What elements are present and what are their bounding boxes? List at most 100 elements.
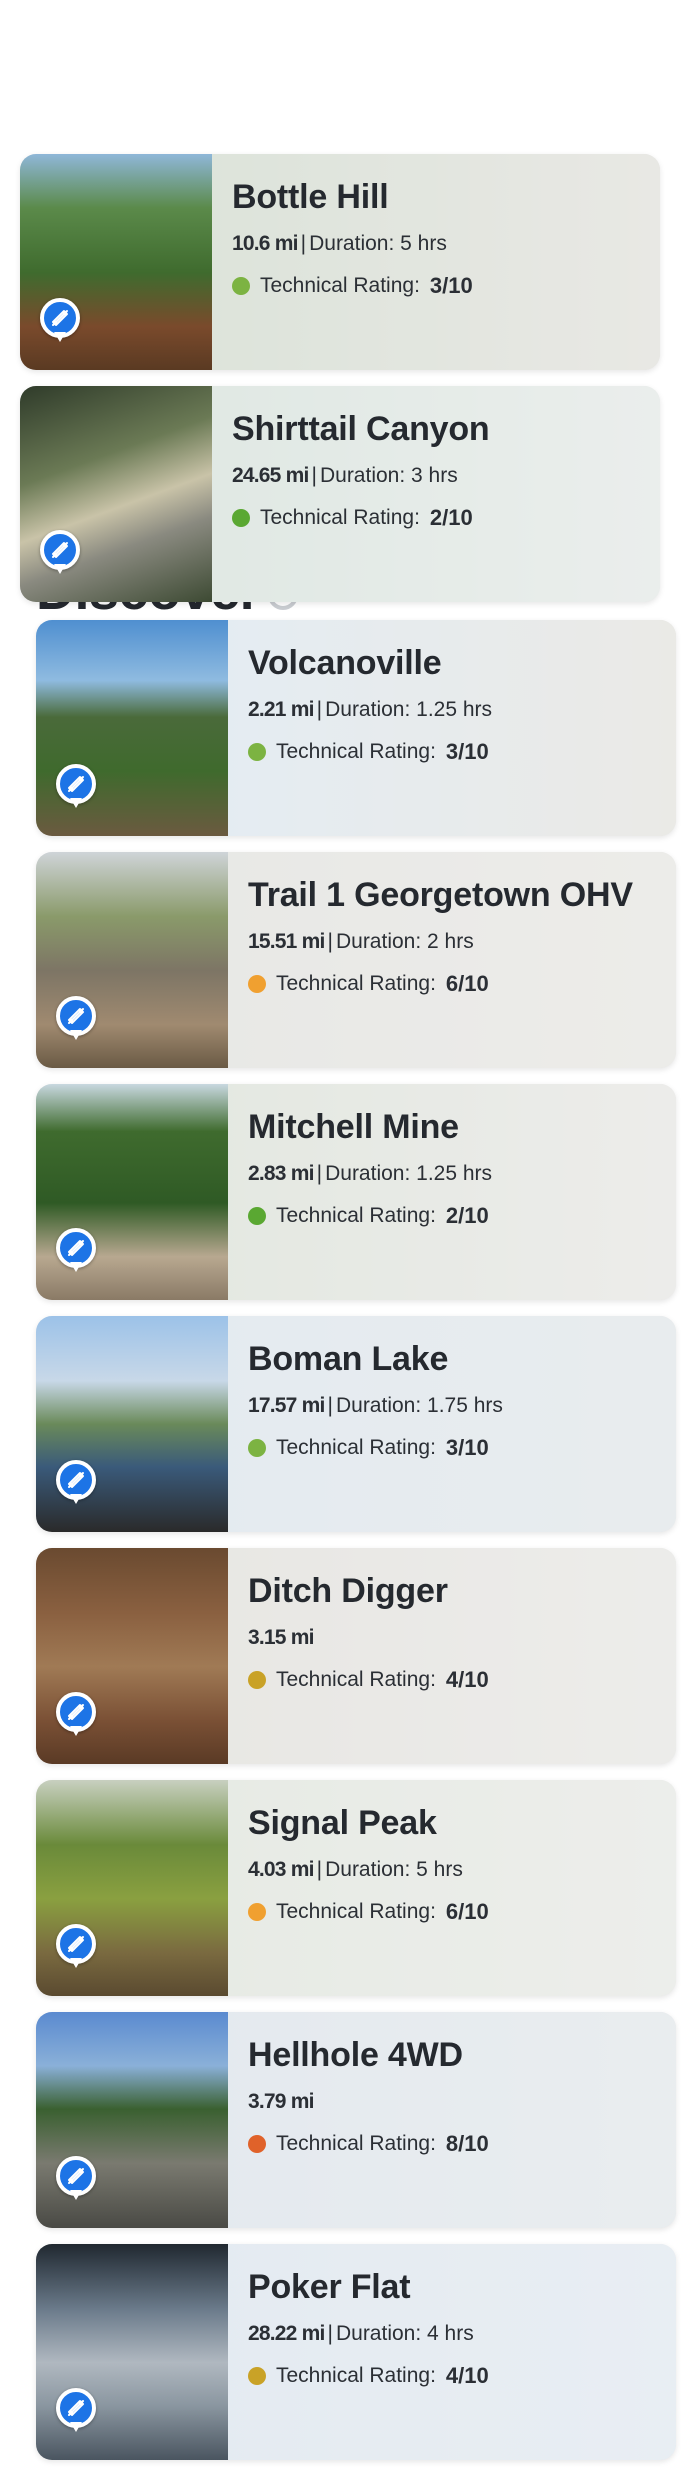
- trail-name: Shirttail Canyon: [232, 410, 490, 448]
- trail-card[interactable]: Volcanoville 2.21 mi | Duration: 1.25 hrs Te…: [36, 620, 676, 836]
- trail-distance: 17.57 mi: [248, 1394, 325, 1417]
- meta-separator: |: [300, 232, 307, 255]
- rating-dot-icon: [232, 277, 250, 295]
- rating-score: 3/10: [445, 739, 489, 764]
- meta-separator: |: [316, 1162, 323, 1185]
- meta-separator: |: [316, 1858, 323, 1881]
- map-pin-icon: [56, 2156, 96, 2204]
- trail-duration: 2 hrs: [427, 930, 474, 953]
- trail-info: Poker Flat 28.22 mi | Duration: 4 hrs Techni…: [248, 2264, 656, 2390]
- trail-info: Bottle Hill 10.6 mi | Duration: 5 hrs Techni…: [232, 174, 640, 300]
- duration-label: Duration:: [325, 698, 411, 721]
- trail-info: Volcanoville 2.21 mi | Duration: 1.25 hrs Te…: [248, 640, 656, 766]
- trail-type-icon: [52, 310, 68, 326]
- meta-separator: |: [327, 1394, 333, 1417]
- trail-photo[interactable]: [36, 1548, 228, 1764]
- technical-rating: Technical Rating: 2/10: [232, 504, 640, 532]
- map-pin-icon: [56, 764, 96, 812]
- rating-score: 4/10: [445, 2363, 489, 2388]
- duration-label: Duration:: [335, 2322, 422, 2345]
- trail-distance: 2.83 mi: [248, 1162, 314, 1185]
- trail-info: Trail 1 Georgetown OHV 15.51 mi | Duration:…: [248, 872, 656, 998]
- trail-meta: 2.21 mi | Duration: 1.25 hrs: [248, 696, 656, 724]
- duration-label: Duration:: [319, 464, 406, 487]
- trail-photo[interactable]: [20, 386, 212, 602]
- trail-name: Volcanoville: [248, 644, 442, 682]
- technical-rating: Technical Rating: 6/10: [248, 1898, 656, 1926]
- trail-card[interactable]: Bottle Hill 10.6 mi | Duration: 5 hrs Techni…: [20, 154, 660, 370]
- trail-card[interactable]: Ditch Digger 3.15 mi Technical Rating: 4/10: [36, 1548, 676, 1764]
- technical-rating: Technical Rating: 2/10: [248, 1202, 656, 1230]
- rating-score: 8/10: [445, 2131, 489, 2156]
- trail-type-icon: [68, 1472, 84, 1488]
- rating-dot-icon: [248, 1671, 266, 1689]
- meta-separator: |: [327, 930, 333, 953]
- trail-photo[interactable]: [36, 2012, 228, 2228]
- meta-separator: |: [311, 464, 317, 487]
- trail-card[interactable]: Trail 1 Georgetown OHV 15.51 mi | Duration:…: [36, 852, 676, 1068]
- trail-card[interactable]: Hellhole 4WD 3.79 mi Technical Rating: 8/10: [36, 2012, 676, 2228]
- trail-meta: 3.79 mi: [248, 2088, 656, 2116]
- trail-duration: 5 hrs: [416, 1858, 463, 1881]
- duration-label: Duration:: [309, 232, 395, 255]
- trail-meta: 28.22 mi | Duration: 4 hrs: [248, 2320, 656, 2348]
- map-pin-icon: [56, 1924, 96, 1972]
- map-pin-icon: [56, 1692, 96, 1740]
- rating-dot-icon: [248, 2367, 266, 2385]
- trail-photo[interactable]: [20, 154, 212, 370]
- map-pin-icon: [56, 1460, 96, 1508]
- trail-name: Mitchell Mine: [248, 1108, 459, 1146]
- trail-info: Mitchell Mine 2.83 mi | Duration: 1.25 hrs T…: [248, 1104, 656, 1230]
- trail-card[interactable]: Signal Peak 4.03 mi | Duration: 5 hrs Techni…: [36, 1780, 676, 1996]
- trail-meta: 24.65 mi | Duration: 3 hrs: [232, 462, 640, 490]
- trail-duration: 3 hrs: [411, 464, 458, 487]
- trail-name: Boman Lake: [248, 1340, 449, 1378]
- rating-dot-icon: [248, 1207, 266, 1225]
- trail-photo[interactable]: [36, 1780, 228, 1996]
- map-pin-icon: [40, 530, 80, 578]
- trail-card[interactable]: Poker Flat 28.22 mi | Duration: 4 hrs Techni…: [36, 2244, 676, 2460]
- duration-label: Duration:: [325, 1162, 411, 1185]
- trail-photo[interactable]: [36, 2244, 228, 2460]
- rating-dot-icon: [248, 1439, 266, 1457]
- trail-card[interactable]: Shirttail Canyon 24.65 mi | Duration: 3 hrs…: [20, 386, 660, 602]
- trail-meta: 10.6 mi | Duration: 5 hrs: [232, 230, 640, 258]
- technical-rating: Technical Rating: 3/10: [232, 272, 640, 300]
- technical-rating: Technical Rating: 4/10: [248, 1666, 656, 1694]
- trail-meta: 3.15 mi: [248, 1624, 656, 1652]
- trail-photo[interactable]: [36, 1316, 228, 1532]
- trail-meta: 2.83 mi | Duration: 1.25 hrs: [248, 1160, 656, 1188]
- trail-card[interactable]: Boman Lake 17.57 mi | Duration: 1.75 hrs Tec…: [36, 1316, 676, 1532]
- technical-rating: Technical Rating: 8/10: [248, 2130, 656, 2158]
- technical-rating: Technical Rating: 4/10: [248, 2362, 656, 2390]
- trail-type-icon: [68, 1704, 84, 1720]
- rating-label: Technical Rating:: [276, 2132, 436, 2155]
- trail-distance: 15.51 mi: [248, 930, 325, 953]
- technical-rating: Technical Rating: 6/10: [248, 970, 656, 998]
- technical-rating: Technical Rating: 3/10: [248, 1434, 656, 1462]
- trail-photo[interactable]: [36, 620, 228, 836]
- rating-dot-icon: [248, 1903, 266, 1921]
- map-pin-icon: [56, 2388, 96, 2436]
- rating-label: Technical Rating:: [276, 740, 436, 763]
- trail-list-page: Discover Bottle Hill10.6 mi|Duration: 5 …: [0, 0, 700, 2470]
- trail-card[interactable]: Mitchell Mine 2.83 mi | Duration: 1.25 hrs T…: [36, 1084, 676, 1300]
- rating-label: Technical Rating:: [276, 972, 436, 995]
- duration-label: Duration:: [325, 1858, 411, 1881]
- trail-info: Shirttail Canyon 24.65 mi | Duration: 3 hrs…: [232, 406, 640, 532]
- rating-label: Technical Rating:: [276, 1436, 436, 1459]
- trail-info: Signal Peak 4.03 mi | Duration: 5 hrs Techni…: [248, 1800, 656, 1926]
- trail-name: Hellhole 4WD: [248, 2036, 463, 2074]
- rating-score: 4/10: [445, 1667, 489, 1692]
- trail-photo[interactable]: [36, 852, 228, 1068]
- rating-score: 6/10: [445, 971, 489, 996]
- map-pin-icon: [56, 996, 96, 1044]
- rating-label: Technical Rating:: [276, 2364, 436, 2387]
- trail-name: Bottle Hill: [232, 178, 389, 216]
- map-pin-icon: [40, 298, 80, 346]
- meta-separator: |: [316, 698, 323, 721]
- trail-type-icon: [68, 1008, 84, 1024]
- trail-photo[interactable]: [36, 1084, 228, 1300]
- rating-label: Technical Rating:: [260, 274, 420, 297]
- rating-label: Technical Rating:: [276, 1668, 436, 1691]
